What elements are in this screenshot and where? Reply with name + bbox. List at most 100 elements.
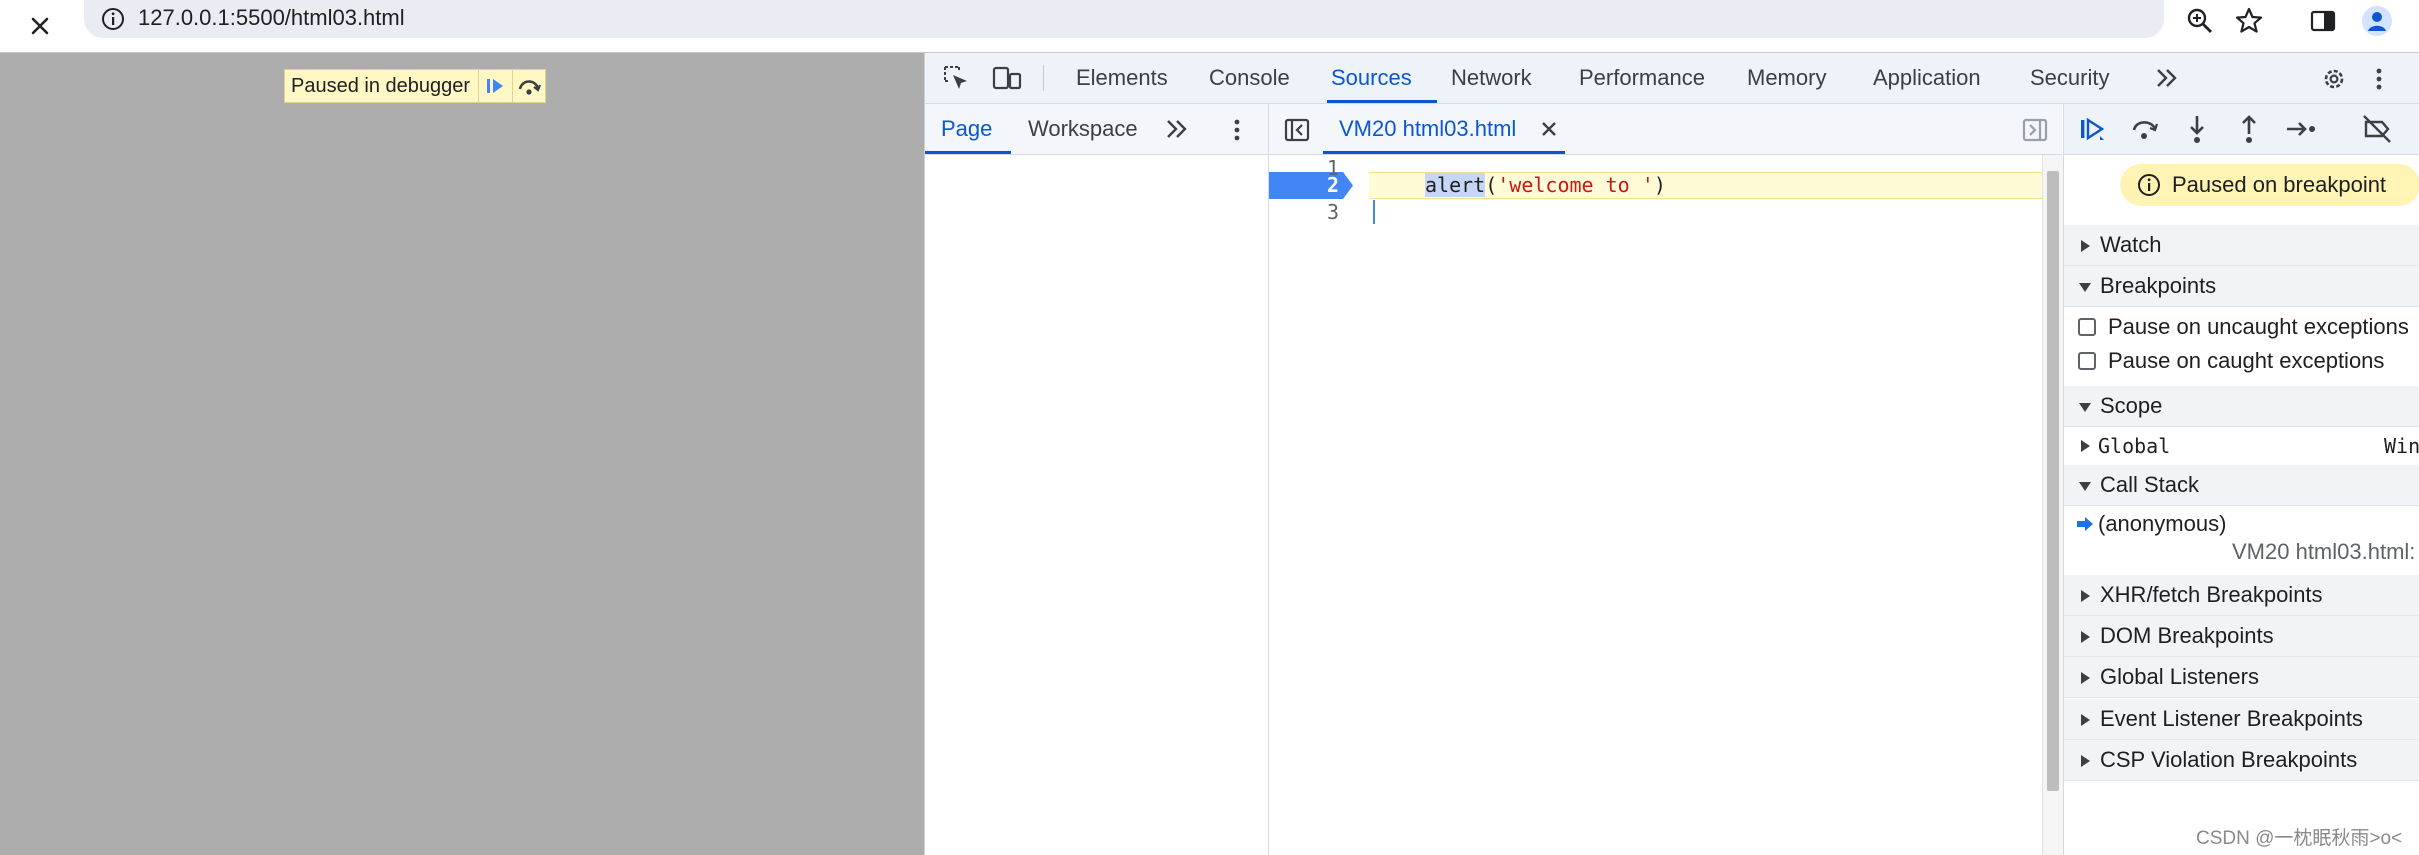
section-title: Scope [2100, 393, 2163, 418]
section-title: Global Listeners [2100, 664, 2259, 689]
toggle-navigator-icon[interactable] [1283, 116, 1311, 144]
paused-in-debugger-label: Paused in debugger [291, 74, 471, 97]
step-over-icon[interactable] [511, 70, 545, 102]
devtools-panel: Elements Console Sources Network Perform… [924, 53, 2419, 855]
customize-menu-kebab-icon[interactable] [2373, 65, 2385, 93]
collapsed-triangle-icon [2081, 440, 2090, 452]
step-icon[interactable] [2284, 112, 2318, 146]
section-title: Event Listener Breakpoints [2100, 706, 2363, 731]
tab-page[interactable]: Page [941, 104, 992, 154]
collapsed-triangle-icon [2081, 240, 2090, 252]
address-bar[interactable]: 127.0.0.1:5500/html03.html [84, 0, 2164, 38]
editor-scrollbar[interactable] [2042, 155, 2063, 855]
current-frame-arrow-icon [2077, 517, 2093, 531]
code-line-2[interactable]: alert('welcome to ') [1425, 172, 1666, 199]
section-xhr-breakpoints[interactable]: XHR/fetch Breakpoints [2064, 575, 2419, 616]
code-area[interactable]: alert('welcome to ') [1369, 155, 2049, 855]
section-watch[interactable]: Watch [2064, 225, 2419, 266]
code-token-paren-open: ( [1485, 173, 1498, 197]
section-title: CSP Violation Breakpoints [2100, 747, 2358, 772]
line-number-gutter[interactable]: 1 2 3 [1269, 155, 1357, 855]
code-token-string: 'welcome to ' [1497, 173, 1654, 197]
devtools-tab-bar: Elements Console Sources Network Perform… [925, 53, 2419, 104]
section-csp-violation-breakpoints[interactable]: CSP Violation Breakpoints [2064, 740, 2419, 781]
debugger-toolbar [2064, 104, 2419, 155]
scope-global-row[interactable]: Global Win [2064, 427, 2419, 465]
url-text[interactable]: 127.0.0.1:5500/html03.html [138, 5, 405, 31]
section-dom-breakpoints[interactable]: DOM Breakpoints [2064, 616, 2419, 657]
section-breakpoints[interactable]: Breakpoints [2064, 266, 2419, 307]
toggle-debugger-sidebar-icon[interactable] [2021, 116, 2049, 144]
sources-navigator: Page Workspace [925, 104, 1269, 855]
collapsed-triangle-icon [2081, 631, 2090, 643]
profile-avatar-icon[interactable] [2360, 4, 2394, 38]
paused-on-breakpoint-label: Paused on breakpoint [2172, 172, 2387, 197]
line-number[interactable]: 3 [1269, 199, 1339, 226]
code-token-paren-close: ) [1653, 173, 1666, 197]
device-toolbar-icon[interactable] [991, 63, 1023, 93]
section-global-listeners[interactable]: Global Listeners [2064, 657, 2419, 698]
paused-in-debugger-overlay: Paused in debugger [284, 69, 546, 103]
active-tab-indicator [1327, 100, 1437, 103]
call-frame-anonymous[interactable]: (anonymous) VM20 html03.html: [2064, 506, 2419, 568]
expanded-triangle-icon [2079, 482, 2091, 491]
resume-script-icon[interactable] [2076, 112, 2110, 146]
step-into-icon[interactable] [2180, 112, 2214, 146]
zoom-icon[interactable] [2183, 4, 2217, 38]
pause-caught-label: Pause on caught exceptions [2108, 348, 2385, 373]
more-navigator-tabs-chevron-icon[interactable] [1163, 116, 1191, 142]
file-tab-label: VM20 html03.html [1339, 116, 1517, 141]
tab-network[interactable]: Network [1451, 53, 1532, 103]
section-title: DOM Breakpoints [2100, 623, 2274, 648]
pause-uncaught-label: Pause on uncaught exceptions [2108, 314, 2409, 339]
step-over-icon[interactable] [2128, 112, 2162, 146]
line-number-active[interactable]: 2 [1269, 172, 1339, 199]
bookmark-star-icon[interactable] [2232, 4, 2266, 38]
csdn-watermark: CSDN @一枕眠秋雨>o< [2196, 828, 2403, 849]
side-panel-icon[interactable] [2306, 4, 2340, 38]
toolbar-divider [1043, 65, 1044, 91]
close-tab-icon[interactable] [1537, 117, 1561, 141]
resume-icon[interactable] [478, 70, 511, 102]
browser-toolbar: 127.0.0.1:5500/html03.html [0, 0, 2419, 53]
collapsed-triangle-icon [2081, 672, 2090, 684]
step-out-icon[interactable] [2232, 112, 2266, 146]
call-frame-location[interactable]: VM20 html03.html: [2232, 539, 2415, 565]
paused-on-breakpoint-banner: Paused on breakpoint [2120, 164, 2419, 206]
navigator-menu-kebab-icon[interactable] [1231, 116, 1243, 144]
collapsed-triangle-icon [2081, 590, 2090, 602]
pause-caught-checkbox[interactable] [2078, 352, 2096, 370]
scope-global-label: Global [2098, 434, 2171, 458]
more-tabs-chevron-icon[interactable] [2153, 65, 2181, 91]
tab-application[interactable]: Application [1873, 53, 1981, 103]
editor-scrollbar-thumb[interactable] [2047, 171, 2059, 791]
tab-performance[interactable]: Performance [1579, 53, 1705, 103]
active-file-tab-indicator [1323, 151, 1565, 154]
page-viewport: Paused in debugger [0, 53, 924, 855]
tab-console[interactable]: Console [1209, 53, 1290, 103]
tab-sources[interactable]: Sources [1331, 53, 1412, 103]
section-event-listener-breakpoints[interactable]: Event Listener Breakpoints [2064, 699, 2419, 740]
tab-workspace[interactable]: Workspace [1028, 104, 1138, 154]
file-tab-vm20-html03[interactable]: VM20 html03.html [1323, 104, 1565, 154]
pause-uncaught-checkbox[interactable] [2078, 318, 2096, 336]
info-icon[interactable] [100, 6, 126, 32]
pause-uncaught-row[interactable]: Pause on uncaught exceptions [2064, 310, 2419, 344]
tab-security[interactable]: Security [2030, 53, 2109, 103]
pause-caught-row[interactable]: Pause on caught exceptions [2064, 344, 2419, 378]
settings-gear-icon[interactable] [2320, 65, 2348, 93]
source-editor: VM20 html03.html 1 2 3 alert('welcome to… [1269, 104, 2063, 855]
inspect-element-icon[interactable] [941, 63, 971, 93]
deactivate-breakpoints-icon[interactable] [2360, 112, 2394, 146]
collapsed-triangle-icon [2081, 755, 2090, 767]
section-title: Breakpoints [2100, 273, 2217, 298]
code-token-function: alert [1425, 173, 1486, 197]
section-call-stack[interactable]: Call Stack [2064, 465, 2419, 506]
expanded-triangle-icon [2079, 403, 2091, 412]
tab-elements[interactable]: Elements [1076, 53, 1168, 103]
tab-memory[interactable]: Memory [1747, 53, 1826, 103]
text-caret [1373, 200, 1375, 224]
close-icon[interactable] [22, 8, 58, 44]
debugger-sidebar: Paused on breakpoint Watch Breakpoints P… [2063, 104, 2419, 855]
section-scope[interactable]: Scope [2064, 386, 2419, 427]
